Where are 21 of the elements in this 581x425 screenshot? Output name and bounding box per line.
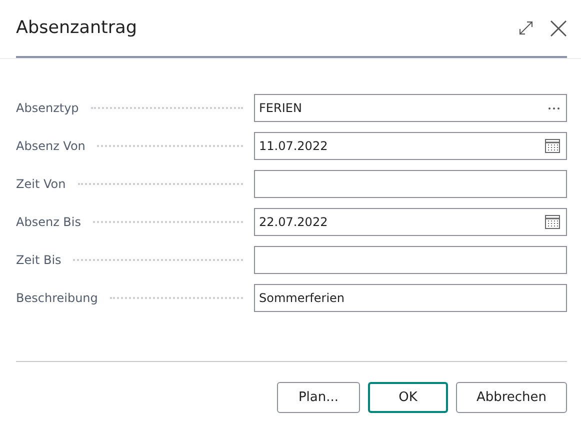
calendar-icon[interactable] bbox=[545, 215, 560, 229]
dialog-button[interactable]: OK bbox=[368, 382, 448, 413]
field-label: Zeit Bis bbox=[16, 252, 62, 269]
input-field[interactable] bbox=[254, 170, 567, 198]
close-icon[interactable] bbox=[550, 20, 567, 36]
field-label: Zeit Von bbox=[16, 176, 66, 193]
field-label: Absenztyp bbox=[16, 100, 79, 117]
field-label: Absenz Von bbox=[16, 138, 86, 155]
input-field[interactable]: Sommerferien bbox=[254, 284, 567, 312]
date-field[interactable]: 11.07.2022 bbox=[254, 132, 567, 160]
dialog-button[interactable]: Abbrechen bbox=[456, 382, 567, 413]
expand-icon[interactable] bbox=[518, 20, 534, 36]
date-field[interactable]: 22.07.2022 bbox=[254, 208, 567, 236]
field-label: Beschreibung bbox=[16, 290, 98, 307]
field-label: Absenz Bis bbox=[16, 214, 81, 231]
dialog-title: Absenzantrag bbox=[16, 16, 137, 40]
calendar-icon[interactable] bbox=[545, 139, 560, 153]
lookup-field[interactable]: FERIEN bbox=[254, 94, 567, 122]
dialog-button[interactable]: Plan... bbox=[277, 382, 360, 413]
input-field[interactable] bbox=[254, 246, 567, 274]
ellipsis-icon[interactable] bbox=[548, 106, 560, 110]
